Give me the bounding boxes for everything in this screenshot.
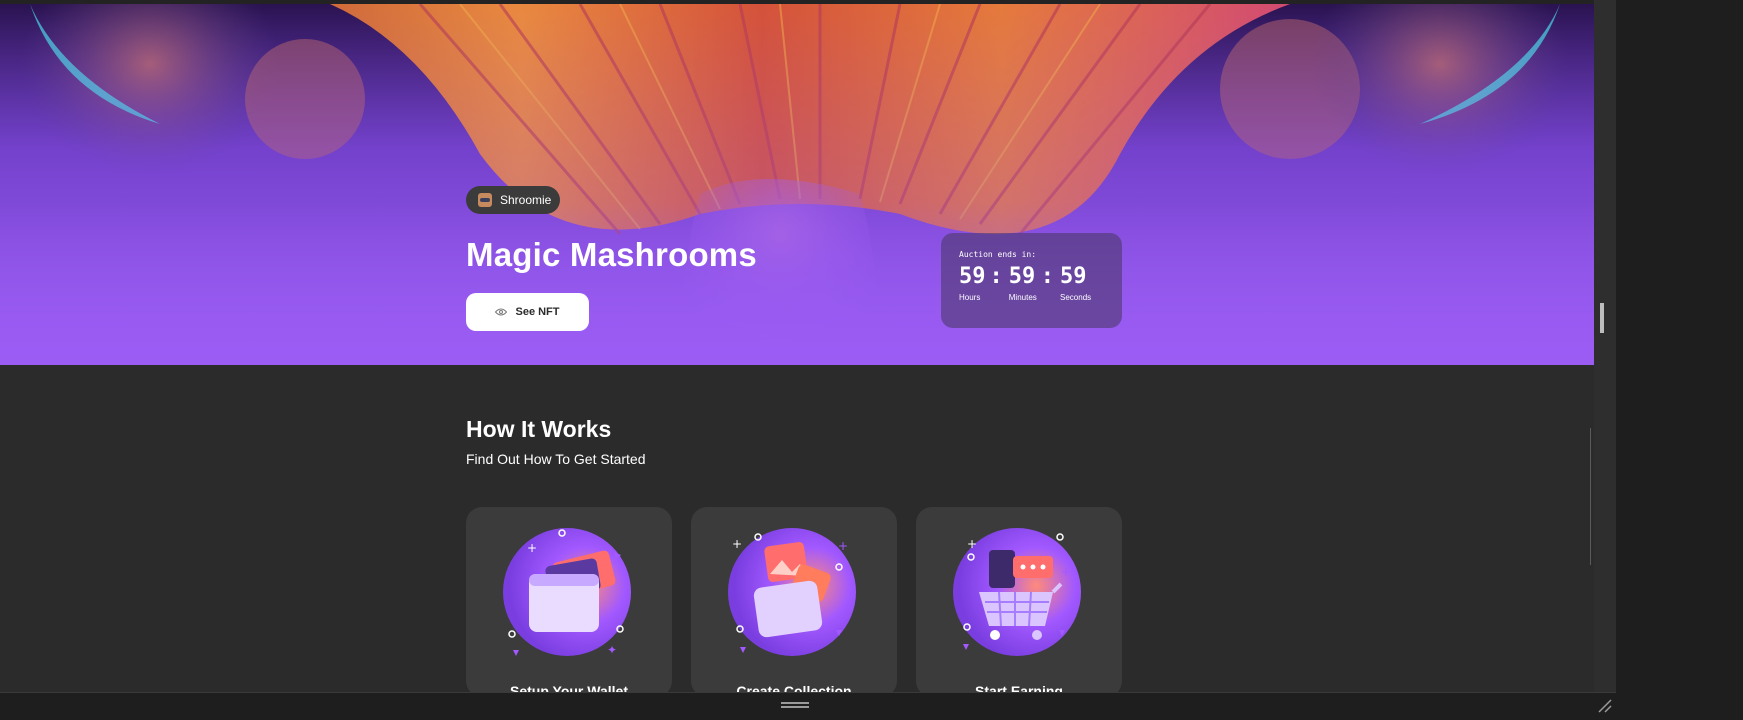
svg-text:+: + [1061, 565, 1071, 579]
seconds-label: Seconds [1060, 293, 1092, 302]
timer-row: 59 Hours : 59 Minutes : 59 Seconds [959, 263, 1104, 302]
card-title: Start Earning [975, 683, 1063, 692]
card-setup-wallet[interactable]: + ✦ Setup Your Wallet [466, 507, 672, 692]
timer-separator: : [1040, 264, 1055, 289]
card-title: Setup Your Wallet [510, 683, 628, 692]
card-title: Create Collection [736, 683, 852, 692]
svg-text:+: + [732, 537, 742, 551]
seconds-value: 59 [1060, 264, 1087, 289]
right-gutter [1594, 0, 1616, 692]
timer-separator: : [989, 264, 1003, 289]
svg-text:+: + [838, 539, 848, 553]
artist-name: Shroomie [500, 193, 552, 207]
how-it-works-title: How It Works [466, 416, 612, 442]
collection-folder-icon: ♪ + + [728, 528, 856, 656]
hero-title: Magic Mashrooms [466, 236, 757, 273]
artist-chip[interactable]: Shroomie [466, 186, 560, 214]
outer-background [1616, 0, 1743, 720]
auction-label: Auction ends in: [959, 250, 1037, 259]
see-nft-label: See NFT [515, 306, 560, 318]
scroll-track-line [1590, 428, 1591, 565]
eye-icon [495, 308, 508, 316]
resize-grip-icon[interactable] [1597, 698, 1613, 714]
minutes-value: 59 [1008, 264, 1036, 289]
how-it-works-subtitle: Find Out How To Get Started [466, 451, 646, 467]
wallet-icon: + ✦ [503, 528, 631, 657]
seconds-column: 59 Seconds [1060, 263, 1091, 302]
auction-timer: Auction ends in: 59 Hours : 59 Minutes :… [941, 233, 1122, 328]
see-nft-button[interactable]: See NFT [466, 293, 589, 331]
mushroom-artwork [0, 4, 1594, 365]
robot-avatar-icon [478, 193, 492, 207]
shopping-cart-icon: + + [953, 528, 1081, 656]
drag-handle-icon[interactable] [781, 702, 809, 708]
card-start-earning[interactable]: + + Start Earning [916, 507, 1122, 692]
minutes-column: 59 Minutes [1009, 263, 1037, 302]
svg-text:✦: ✦ [607, 643, 617, 657]
hours-value: 59 [959, 264, 986, 289]
svg-text:+: + [967, 537, 977, 551]
hero-section: Shroomie Magic Mashrooms See NFT [0, 4, 1594, 365]
hours-label: Hours [959, 293, 981, 302]
browser-viewport: Shroomie Magic Mashrooms See NFT Auction… [0, 0, 1594, 692]
card-create-collection[interactable]: ♪ + + Create Collection [691, 507, 897, 692]
splitter-handle[interactable] [1600, 303, 1604, 333]
svg-text:+: + [527, 541, 537, 555]
minutes-label: Minutes [1008, 293, 1037, 302]
hours-column: 59 Hours [959, 263, 986, 302]
